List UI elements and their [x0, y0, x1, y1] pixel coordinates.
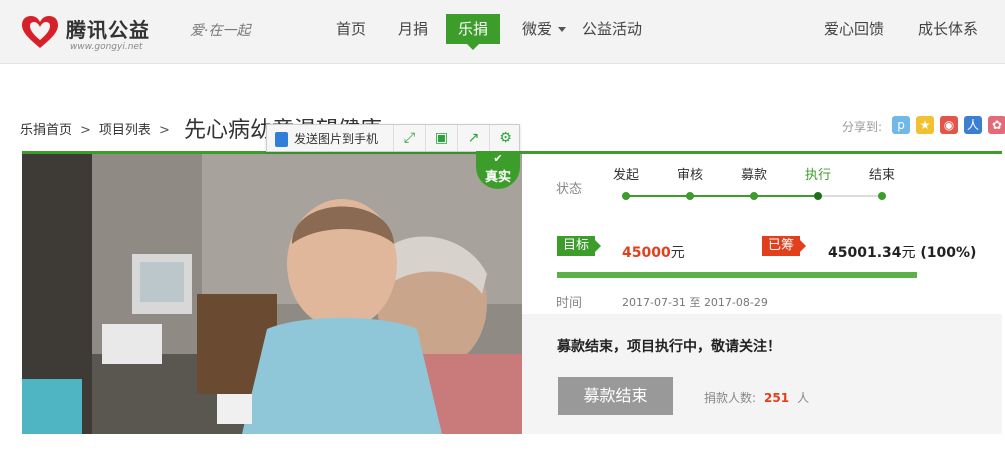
project-photo-illustration — [22, 154, 522, 434]
share-label: 分享到: — [842, 120, 883, 134]
raised-unit: 元 — [901, 245, 916, 261]
step-review: 审核 — [676, 168, 703, 183]
breadcrumb-home[interactable]: 乐捐首页 — [20, 123, 72, 138]
breadcrumb: 乐捐首页 > 项目列表 > — [20, 119, 178, 138]
donor-count-label: 捐款人数: — [704, 391, 757, 405]
time-start: 2017-07-31 — [622, 296, 686, 309]
send-to-phone-label: 发送图片到手机 — [294, 132, 379, 146]
star-icon[interactable]: ★ — [916, 116, 934, 134]
goal-value: 45000 — [622, 245, 671, 261]
nav-lejuan[interactable]: 乐捐 — [446, 14, 501, 50]
nav-rewards[interactable]: 爱心回馈 — [824, 14, 884, 44]
slogan-logo: 爱·在一起 — [190, 14, 275, 50]
status-notice: 募款结束，项目执行中，敬请关注！ — [557, 339, 781, 355]
nav-monthly-label: 月捐 — [398, 20, 429, 38]
weibo-icon[interactable]: ◉ — [940, 116, 958, 134]
project-action-area: 募款结束，项目执行中，敬请关注！ 募款结束 捐款人数: 251 人 — [522, 314, 1002, 434]
step-dot — [750, 192, 758, 200]
step-execution: 执行 — [804, 168, 831, 183]
step-start: 发起 — [612, 168, 639, 183]
goal-tag: 目标 — [557, 236, 602, 256]
nav-growth[interactable]: 成长体系 — [918, 14, 978, 44]
renren-icon[interactable]: 人 — [964, 116, 982, 134]
step-dot — [622, 192, 630, 200]
fundraising-ended-button[interactable]: 募款结束 — [558, 377, 673, 415]
save-icon[interactable]: ▣ — [425, 125, 457, 151]
brand-name: 腾讯公益 — [66, 18, 150, 42]
status-steps: 发起 审核 募款 执行 结束 — [612, 164, 912, 204]
nav-home-label: 首页 — [336, 20, 367, 38]
raised-percent: (100%) — [920, 245, 977, 261]
top-navigation-bar: 腾讯公益 www.gongyi.net 爱·在一起 首页 月捐 乐捐 微爱 公益… — [0, 0, 1005, 64]
nav-growth-label: 成长体系 — [918, 20, 979, 38]
nav-activities[interactable]: 公益活动 — [582, 14, 642, 44]
step-track-done — [622, 195, 818, 197]
expand-icon[interactable]: ⤢ — [393, 125, 425, 151]
qzone-icon[interactable]: p — [892, 116, 910, 134]
settings-icon[interactable]: ⚙ — [489, 125, 521, 151]
project-stats: 状态 发起 审核 募款 执行 结束 目标 45000元 已筹 45001.34元… — [522, 154, 1002, 314]
step-dot — [686, 192, 694, 200]
breadcrumb-project-list[interactable]: 项目列表 — [99, 123, 151, 138]
nav-activities-label: 公益活动 — [582, 20, 643, 38]
raised-amount: 45001.34元 (100%) — [828, 242, 976, 262]
brand-url: www.gongyi.net — [70, 42, 143, 52]
time-to: 至 — [689, 296, 701, 309]
nav-rewards-label: 爱心回馈 — [824, 20, 885, 38]
goal-unit: 元 — [670, 245, 685, 261]
image-toolbar: 发送图片到手机 ⤢ ▣ ↗ ⚙ — [266, 124, 520, 152]
share-out-icon[interactable]: ↗ — [457, 125, 489, 151]
step-end: 结束 — [868, 168, 895, 183]
project-photo[interactable] — [22, 154, 522, 434]
time-range: 2017-07-31 至 2017-08-29 — [622, 294, 768, 310]
phone-icon — [275, 132, 288, 147]
status-label: 状态 — [556, 182, 583, 197]
verified-badge: ✔ 真实 — [476, 151, 520, 189]
raised-value: 45001.34 — [828, 245, 902, 261]
funding-progress-bar — [557, 272, 917, 278]
step-dot — [878, 192, 886, 200]
nav-weiai[interactable]: 微爱 — [522, 14, 567, 44]
donor-count: 捐款人数: 251 人 — [704, 389, 809, 406]
goal-amount: 45000元 — [622, 242, 685, 262]
nav-weiai-label: 微爱 — [522, 20, 553, 38]
slogan-text: 爱·在一起 — [190, 23, 251, 39]
send-to-phone-button[interactable]: 发送图片到手机 — [275, 129, 378, 149]
nav-home[interactable]: 首页 — [336, 14, 366, 44]
donor-count-unit: 人 — [797, 391, 810, 405]
project-info-panel: 状态 发起 审核 募款 执行 结束 目标 45000元 已筹 45001.34元… — [522, 154, 1002, 434]
time-label: 时间 — [556, 296, 583, 311]
nav-monthly[interactable]: 月捐 — [398, 14, 428, 44]
tencent-gongyi-logo[interactable]: 腾讯公益 www.gongyi.net — [20, 12, 180, 54]
pengyou-icon[interactable]: ✿ — [988, 116, 1005, 134]
nav-lejuan-label: 乐捐 — [458, 20, 489, 38]
donor-count-value: 251 — [764, 391, 790, 405]
time-end: 2017-08-29 — [703, 296, 768, 309]
breadcrumb-separator-icon: > — [80, 123, 91, 138]
chevron-down-icon — [558, 27, 567, 32]
check-icon: ✔ — [493, 152, 503, 165]
step-dot-current — [814, 192, 822, 200]
breadcrumb-separator-icon: > — [158, 123, 170, 138]
raised-tag: 已筹 — [762, 236, 807, 256]
step-fundraising: 募款 — [740, 168, 767, 183]
heart-logo-icon — [22, 16, 58, 48]
verified-badge-label: 真实 — [484, 170, 511, 185]
funding-progress-fill — [557, 272, 917, 278]
